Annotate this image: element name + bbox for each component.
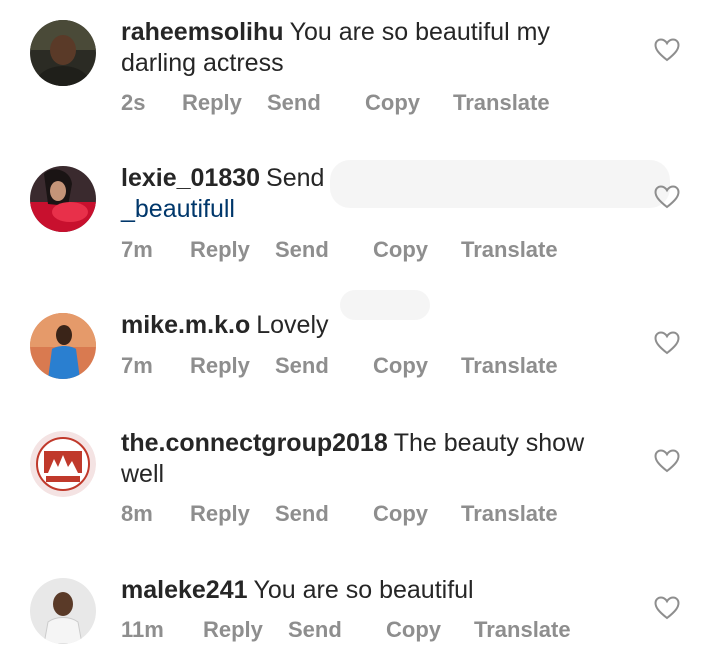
translate-button[interactable]: Translate: [461, 501, 558, 527]
comment-username[interactable]: maleke241: [121, 576, 248, 604]
comment-text: the.connectgroup2018 The beauty show well: [121, 428, 601, 490]
avatar[interactable]: [30, 313, 96, 379]
comment-text: raheemsolihu You are so beautiful my darl…: [121, 17, 621, 79]
avatar-photo: [30, 166, 96, 232]
send-button[interactable]: Send: [275, 501, 329, 527]
copy-button[interactable]: Copy: [386, 617, 441, 643]
translate-button[interactable]: Translate: [474, 617, 571, 643]
send-button[interactable]: Send: [275, 237, 329, 263]
background-smudge: [330, 160, 670, 208]
comment-body: Lovely: [256, 311, 329, 339]
comment-time: 2s: [121, 90, 146, 115]
comment-username[interactable]: raheemsolihu: [121, 18, 284, 46]
avatar[interactable]: [30, 578, 96, 644]
heart-outline-icon[interactable]: [654, 38, 680, 62]
comment-username[interactable]: the.connectgroup2018: [121, 429, 388, 457]
avatar[interactable]: [30, 166, 96, 232]
comment-text: maleke241 You are so beautiful: [121, 575, 621, 606]
comment-text: mike.m.k.o Lovely: [121, 310, 621, 341]
send-button[interactable]: Send: [275, 353, 329, 379]
comment-username[interactable]: mike.m.k.o: [121, 311, 250, 339]
heart-outline-icon[interactable]: [654, 449, 680, 473]
group-logo-icon: [30, 431, 96, 497]
comment-text: lexie_01830 Send _beautifull: [121, 163, 361, 225]
comment-time: 8m: [121, 501, 153, 526]
reply-button[interactable]: Reply: [190, 501, 250, 527]
reply-button[interactable]: Reply: [190, 353, 250, 379]
comment-body: Send: [266, 164, 325, 192]
copy-button[interactable]: Copy: [373, 353, 428, 379]
comment-time: 7m: [121, 237, 153, 262]
avatar-photo: [30, 313, 96, 379]
copy-button[interactable]: Copy: [373, 501, 428, 527]
reply-button[interactable]: Reply: [203, 617, 263, 643]
heart-outline-icon[interactable]: [654, 185, 680, 209]
send-button[interactable]: Send: [267, 90, 321, 116]
translate-button[interactable]: Translate: [453, 90, 550, 116]
comment-username[interactable]: lexie_01830: [121, 164, 260, 192]
avatar[interactable]: [30, 431, 96, 497]
comment-body: You are so beautiful: [253, 576, 474, 604]
copy-button[interactable]: Copy: [365, 90, 420, 116]
avatar-photo: [30, 578, 96, 644]
send-button[interactable]: Send: [288, 617, 342, 643]
avatar-photo: [30, 20, 96, 86]
translate-button[interactable]: Translate: [461, 353, 558, 379]
heart-outline-icon[interactable]: [654, 596, 680, 620]
translate-button[interactable]: Translate: [461, 237, 558, 263]
heart-outline-icon[interactable]: [654, 331, 680, 355]
reply-button[interactable]: Reply: [190, 237, 250, 263]
comment-time: 7m: [121, 353, 153, 378]
avatar[interactable]: [30, 20, 96, 86]
reply-button[interactable]: Reply: [182, 90, 242, 116]
copy-button[interactable]: Copy: [373, 237, 428, 263]
mention-link[interactable]: _beautifull: [121, 195, 235, 223]
comment-time: 11m: [121, 617, 164, 642]
